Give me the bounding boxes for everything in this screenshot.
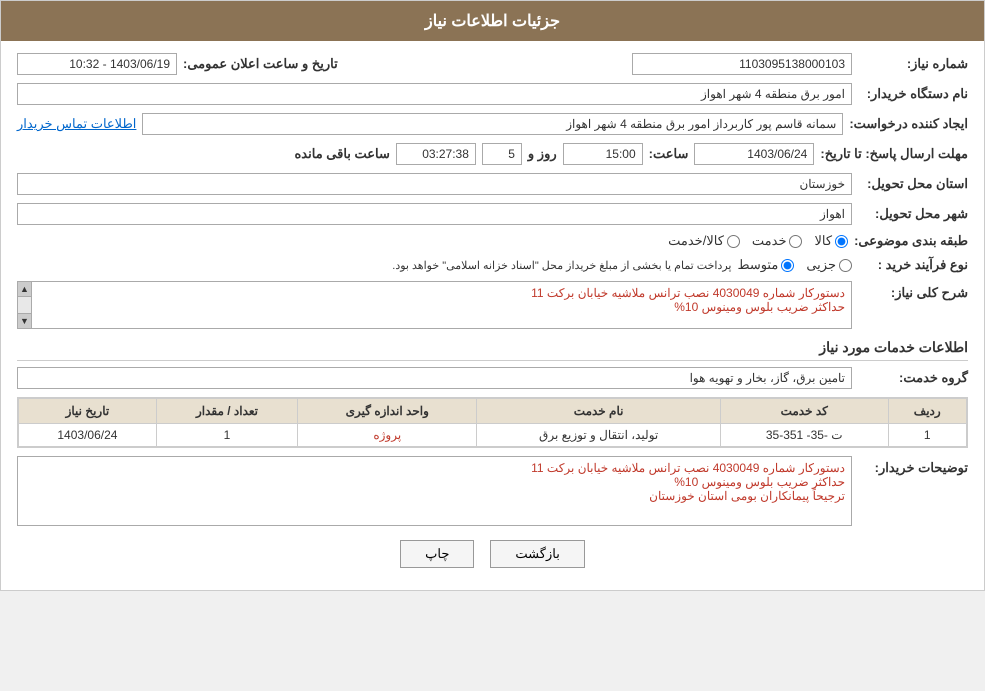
radio-motevaset[interactable]: متوسط (737, 257, 794, 273)
row-sharh: شرح کلی نیاز: دستورکار شماره 4030049 نصب… (17, 281, 968, 329)
cell-tarikh: 1403/06/24 (19, 424, 157, 447)
radio-kala-khedmat-label: کالا/خدمت (668, 233, 724, 249)
toozihat-row: توضیحات خریدار: دستورکار شماره 4030049 ن… (17, 456, 968, 526)
goroh-label: گروه خدمت: (858, 370, 968, 386)
scroll-up-btn[interactable]: ▲ (18, 282, 31, 297)
radio-jozi-label: جزیی (806, 257, 836, 273)
shahr-input[interactable] (17, 203, 852, 225)
ijad-link[interactable]: اطلاعات تماس خریدار (17, 116, 136, 132)
radio-motevaset-label: متوسط (737, 257, 778, 273)
radio-kala-input[interactable] (835, 235, 848, 248)
row-tabaghebandi: طبقه بندی موضوعی: کالا خدمت کالا/خدمت (17, 233, 968, 249)
mohlat-rooz-label: روز و (528, 146, 557, 162)
row-mohlat: مهلت ارسال پاسخ: تا تاریخ: ساعت: روز و س… (17, 143, 968, 165)
sharh-content: دستورکار شماره 4030049 نصب ترانس ملاشیه … (31, 281, 852, 329)
sharh-box-wrapper: دستورکار شماره 4030049 نصب ترانس ملاشیه … (17, 281, 852, 329)
ijad-input[interactable] (142, 113, 843, 135)
sharh-text: دستورکار شماره 4030049 نصب ترانس ملاشیه … (531, 286, 845, 314)
col-name: نام خدمت (477, 399, 721, 424)
page-container: جزئیات اطلاعات نیاز شماره نیاز: تاریخ و … (0, 0, 985, 591)
toozihat-label: توضیحات خریدار: (858, 456, 968, 476)
mohlat-remaining-input[interactable] (396, 143, 476, 165)
farayand-note: پرداخت تمام یا بخشی از مبلغ خریداز محل "… (392, 259, 731, 272)
shahr-label: شهر محل تحویل: (858, 206, 968, 222)
row-shomare-niaz: شماره نیاز: تاریخ و ساعت اعلان عمومی: (17, 53, 968, 75)
radio-khedmat-input[interactable] (789, 235, 802, 248)
mohlat-date-input[interactable] (694, 143, 814, 165)
cell-tedad: 1 (156, 424, 297, 447)
cell-name: تولید، انتقال و توزیع برق (477, 424, 721, 447)
row-nam-dastgah: نام دستگاه خریدار: (17, 83, 968, 105)
goroh-input[interactable] (17, 367, 852, 389)
radio-kala-label: کالا (814, 233, 832, 249)
mohlat-rooz-input[interactable] (482, 143, 522, 165)
radio-jozi-input[interactable] (839, 259, 852, 272)
col-vahed: واحد اندازه گیری (298, 399, 477, 424)
tabaghebandi-radio-group: کالا خدمت کالا/خدمت (668, 233, 848, 249)
col-radif: ردیف (888, 399, 967, 424)
mohlat-label: مهلت ارسال پاسخ: تا تاریخ: (820, 146, 968, 162)
khadamat-section-title: اطلاعات خدمات مورد نیاز (17, 339, 968, 361)
services-table-container: ردیف کد خدمت نام خدمت واحد اندازه گیری ت… (17, 397, 968, 448)
ostan-label: استان محل تحویل: (858, 176, 968, 192)
page-header: جزئیات اطلاعات نیاز (1, 1, 984, 41)
btn-chap[interactable]: چاپ (400, 540, 474, 568)
sharh-label: شرح کلی نیاز: (858, 281, 968, 301)
noe-farayand-radio-group: جزیی متوسط (737, 257, 852, 273)
mohlat-remaining-label: ساعت باقی مانده (295, 146, 390, 162)
shomare-niaz-input[interactable] (632, 53, 852, 75)
cell-vahed: پروژه (298, 424, 477, 447)
noe-farayand-label: نوع فرآیند خرید : (858, 257, 968, 273)
tabaghebandi-label: طبقه بندی موضوعی: (854, 233, 968, 249)
row-noe-farayand: نوع فرآیند خرید : جزیی متوسط پرداخت تمام… (17, 257, 968, 273)
col-tarikh: تاریخ نیاز (19, 399, 157, 424)
services-table: ردیف کد خدمت نام خدمت واحد اندازه گیری ت… (18, 398, 967, 447)
radio-jozi[interactable]: جزیی (806, 257, 852, 273)
row-goroh: گروه خدمت: (17, 367, 968, 389)
mohlat-saat-input[interactable] (563, 143, 643, 165)
scroll-down-btn[interactable]: ▼ (18, 313, 31, 328)
scrollbar[interactable]: ▲ ▼ (17, 281, 31, 329)
row-ostan: استان محل تحویل: (17, 173, 968, 195)
ostan-input[interactable] (17, 173, 852, 195)
nam-dastgah-input[interactable] (17, 83, 852, 105)
nam-dastgah-label: نام دستگاه خریدار: (858, 86, 968, 102)
radio-khedmat[interactable]: خدمت (752, 233, 803, 249)
ijad-label: ایجاد کننده درخواست: (849, 116, 968, 132)
row-shahr: شهر محل تحویل: (17, 203, 968, 225)
shomare-niaz-label: شماره نیاز: (858, 56, 968, 72)
table-row: 1 ت -35- 351-35 تولید، انتقال و توزیع بر… (19, 424, 967, 447)
tarikh-label: تاریخ و ساعت اعلان عمومی: (183, 56, 338, 72)
page-title: جزئیات اطلاعات نیاز (425, 13, 560, 30)
col-kod: کد خدمت (720, 399, 888, 424)
button-row: بازگشت چاپ (17, 540, 968, 568)
cell-kod: ت -35- 351-35 (720, 424, 888, 447)
btn-bazgasht[interactable]: بازگشت (490, 540, 584, 568)
radio-motevaset-input[interactable] (781, 259, 794, 272)
mohlat-saat-label: ساعت: (649, 146, 689, 162)
content-area: شماره نیاز: تاریخ و ساعت اعلان عمومی: نا… (1, 41, 984, 590)
radio-kala-khedmat-input[interactable] (727, 235, 740, 248)
radio-kala[interactable]: کالا (814, 233, 848, 249)
row-ijad: ایجاد کننده درخواست: اطلاعات تماس خریدار (17, 113, 968, 135)
radio-kala-khedmat[interactable]: کالا/خدمت (668, 233, 740, 249)
cell-radif: 1 (888, 424, 967, 447)
tarikh-input[interactable] (17, 53, 177, 75)
radio-khedmat-label: خدمت (752, 233, 787, 249)
toozihat-textarea[interactable]: دستورکار شماره 4030049 نصب ترانس ملاشیه … (17, 456, 852, 526)
col-tedad: تعداد / مقدار (156, 399, 297, 424)
